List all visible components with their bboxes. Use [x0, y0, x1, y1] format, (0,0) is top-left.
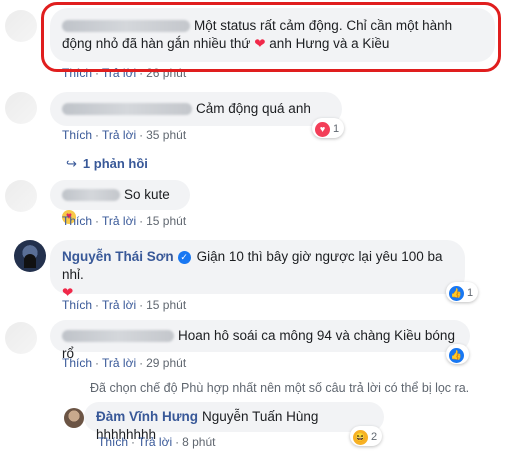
author-name[interactable]: Nguyễn Thái Sơn [62, 249, 174, 264]
comment-actions: Thích · Trả lời · 8 phút [98, 435, 216, 449]
comment-actions: Thích · Trả lời · 15 phút [62, 214, 187, 228]
verified-badge-icon: ✓ [177, 251, 191, 264]
reply-button[interactable]: Trả lời [102, 214, 136, 228]
blurred-author-name[interactable] [62, 103, 192, 116]
avatar[interactable] [5, 180, 37, 212]
timestamp[interactable]: 15 phút [146, 214, 186, 228]
avatar[interactable] [14, 240, 46, 272]
comment-actions: Thích · Trả lời · 35 phút [62, 128, 187, 142]
reply-button[interactable]: Trả lời [102, 128, 136, 142]
avatar[interactable] [5, 10, 37, 42]
like-button[interactable]: Thích [62, 356, 92, 370]
like-button[interactable]: Thích [62, 214, 92, 228]
timestamp[interactable]: 29 phút [146, 356, 186, 370]
avatar[interactable] [5, 92, 37, 124]
reaction-count[interactable]: 😆 2 [350, 426, 383, 446]
comment-actions: Thích · Trả lời · 29 phút [62, 356, 187, 370]
comment-text: So kute [124, 187, 170, 202]
avatar[interactable] [5, 322, 37, 354]
timestamp[interactable]: 15 phút [146, 298, 186, 312]
timestamp[interactable]: 35 phút [146, 128, 186, 142]
reaction-count-number: 1 [467, 287, 474, 299]
reaction-count-number: 1 [333, 123, 340, 135]
blurred-author-name[interactable] [62, 189, 120, 202]
comment-bubble: Hoan hô soái ca mông 94 và chàng Kiều bó… [50, 320, 470, 361]
love-reaction-icon: ♥ [315, 121, 330, 137]
like-reaction-icon: 👍 [449, 347, 464, 363]
reply-button[interactable]: Trả lời [138, 435, 172, 449]
filter-notice: Đã chọn chế độ Phù hợp nhất nên một số c… [90, 381, 470, 395]
reply-button[interactable]: Trả lời [102, 356, 136, 370]
red-highlight-ellipse [41, 2, 501, 72]
blurred-author-name[interactable] [62, 330, 174, 343]
view-replies-link[interactable]: ↪ 1 phản hồi [66, 156, 148, 172]
comment-bubble: Đàm Vĩnh Hưng Nguyễn Tuấn Hùng hhhhhhhh [84, 402, 384, 442]
reaction-count[interactable]: 👍 1 [446, 282, 479, 302]
like-button[interactable]: Thích [98, 435, 128, 449]
comment-actions: Thích · Trả lời · 15 phút [62, 298, 187, 312]
reaction-count[interactable]: 👍 [446, 344, 469, 364]
like-button[interactable]: Thích [62, 298, 92, 312]
comment-bubble: Cảm động quá anh [50, 92, 342, 126]
reaction-count-number: 2 [371, 431, 378, 443]
comment-text: Cảm động quá anh [196, 101, 311, 116]
haha-reaction-icon: 😆 [353, 429, 368, 445]
replies-link-label: 1 phản hồi [82, 156, 148, 171]
reply-arrow-icon: ↪ [66, 156, 77, 171]
timestamp[interactable]: 8 phút [182, 435, 215, 449]
like-reaction-icon: 👍 [449, 285, 464, 301]
avatar[interactable] [64, 408, 84, 428]
comment-bubble: Nguyễn Thái Sơn ✓ Giận 10 thì bây giờ ngượ… [50, 240, 465, 300]
like-button[interactable]: Thích [62, 128, 92, 142]
reaction-count[interactable]: ♥ 1 [312, 118, 345, 138]
comment-bubble: So kute ♥ [50, 180, 190, 224]
author-name[interactable]: Đàm Vĩnh Hưng [96, 409, 198, 424]
reply-button[interactable]: Trả lời [102, 298, 136, 312]
